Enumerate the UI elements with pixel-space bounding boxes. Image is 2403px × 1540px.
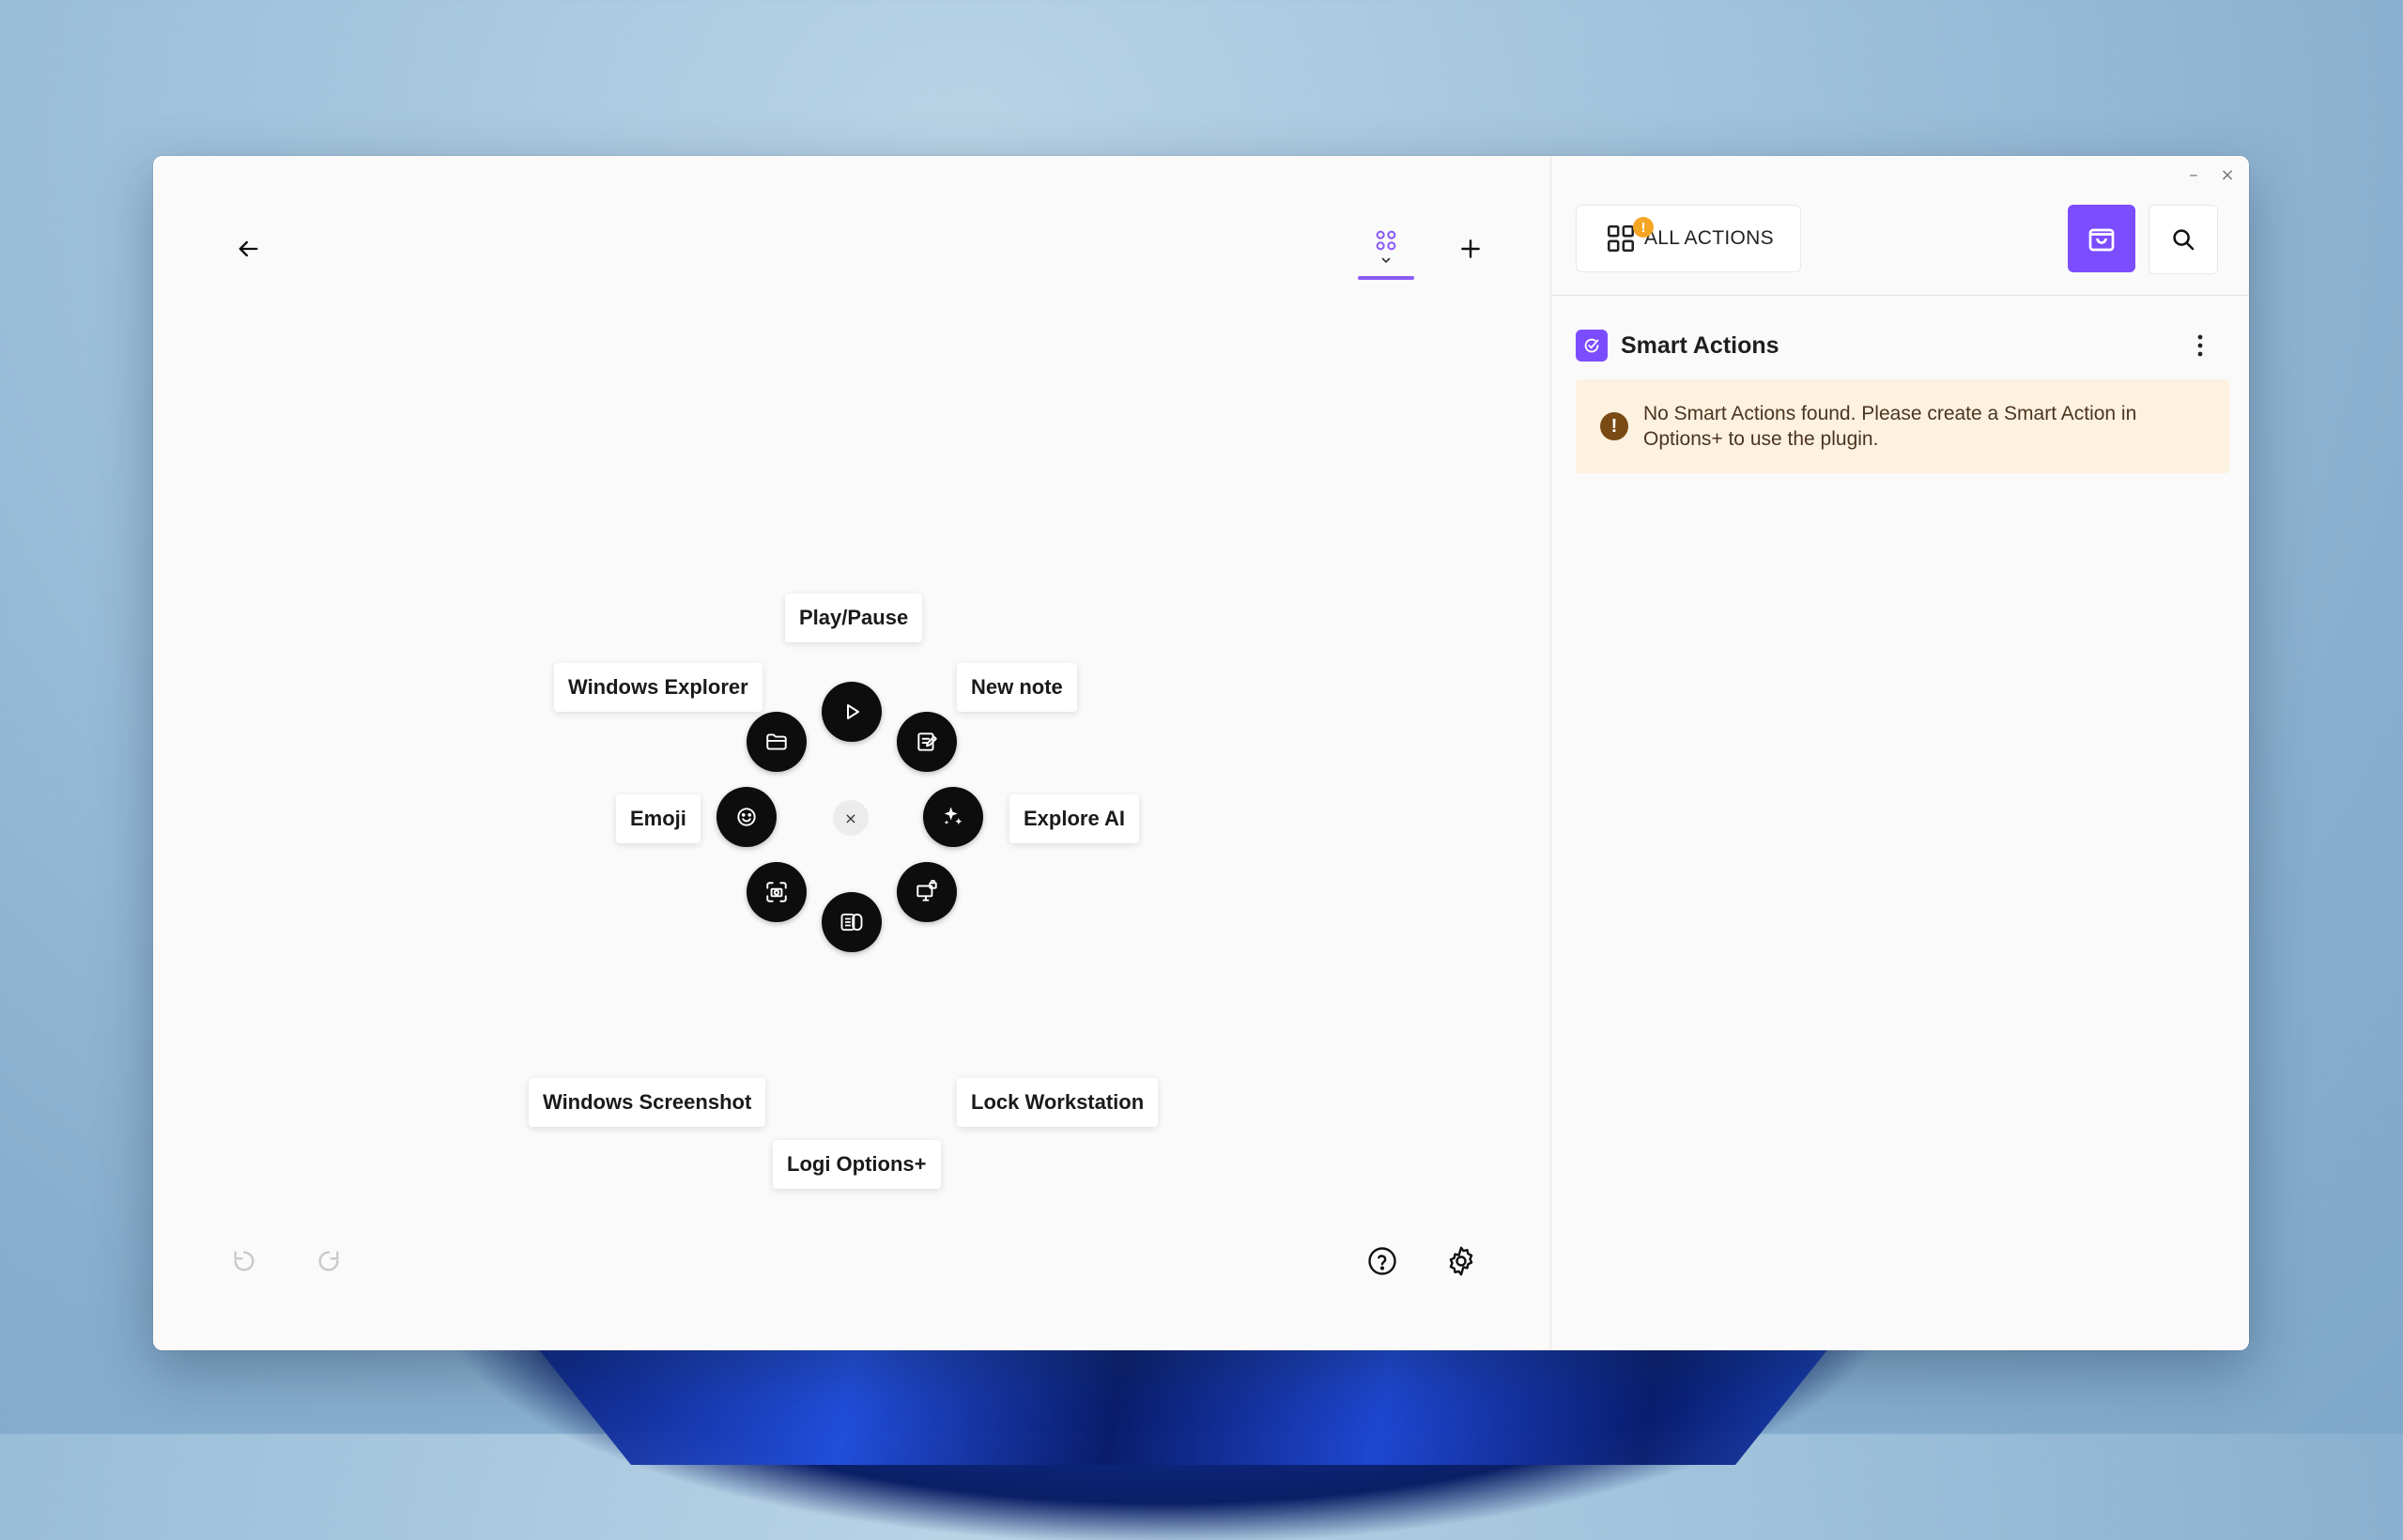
settings-button[interactable] [1436,1236,1486,1286]
slot-play-pause[interactable] [822,682,882,742]
marketplace-button[interactable] [2068,205,2135,272]
panel-divider [1551,295,2249,296]
help-button[interactable] [1357,1236,1408,1286]
app-window: × Play/Pause New note Explore AI Lock Wo… [153,156,2249,1350]
grid-dots-icon [1376,230,1396,251]
slot-new-note[interactable] [897,712,957,772]
label-emoji[interactable]: Emoji [616,794,701,843]
grid-icon [1607,224,1635,253]
close-icon: × [2220,164,2235,185]
monitor-lock-icon [917,880,937,901]
label-explore-ai[interactable]: Explore AI [1009,794,1139,843]
actions-panel: – × ! ALL ACTIONS Smart Actions ! No Sma… [1550,156,2249,1350]
note-edit-icon [917,732,937,751]
sparkles-icon [944,807,963,825]
close-window-button[interactable]: × [2212,162,2242,188]
label-lock-workstation[interactable]: Lock Workstation [957,1078,1159,1127]
plus-icon [1461,239,1480,258]
screenshot-icon [766,882,787,902]
warning-icon: ! [1600,412,1628,440]
redo-icon [318,1251,339,1271]
layout-picker-button[interactable] [1358,216,1414,276]
minimize-button[interactable]: – [2179,162,2209,188]
all-actions-label: ALL ACTIONS [1644,227,1774,249]
alert-message: No Smart Actions found. Please create a … [1643,403,2137,450]
shopping-bag-icon [2088,228,2115,252]
logi-options-icon [840,913,863,932]
section-menu-button[interactable] [2186,329,2214,362]
label-windows-explorer[interactable]: Windows Explorer [554,663,762,712]
search-button[interactable] [2149,205,2218,274]
smart-actions-header: Smart Actions [1576,325,2224,366]
smiley-icon [737,808,756,826]
help-circle-icon [1368,1247,1396,1275]
all-actions-button[interactable]: ! ALL ACTIONS [1576,205,1801,272]
editor-pane: × Play/Pause New note Explore AI Lock Wo… [153,156,1550,1350]
undo-button[interactable] [219,1236,270,1286]
slot-logi-options[interactable] [822,892,882,952]
warning-badge: ! [1633,217,1654,238]
slot-emoji[interactable] [716,787,777,847]
label-windows-screenshot[interactable]: Windows Screenshot [529,1078,766,1127]
active-tab-indicator [1358,276,1414,280]
no-smart-actions-alert: ! No Smart Actions found. Please create … [1576,379,2229,473]
label-new-note[interactable]: New note [957,663,1077,712]
gear-icon [1449,1246,1473,1276]
slot-explore-ai[interactable] [923,787,983,847]
back-button[interactable] [223,223,273,274]
add-button[interactable] [1445,223,1496,274]
play-icon [847,704,859,719]
folder-icon [766,733,787,750]
minimize-icon: – [2189,164,2198,185]
undo-icon [234,1251,254,1271]
smart-actions-title: Smart Actions [1621,331,1779,359]
label-logi-options[interactable]: Logi Options+ [773,1140,941,1189]
close-icon: × [844,808,857,827]
slot-windows-screenshot[interactable] [747,862,807,922]
wallpaper-swirl-bands [526,1333,1841,1465]
redo-button[interactable] [303,1236,354,1286]
radial-close-button[interactable]: × [833,800,869,836]
label-play-pause[interactable]: Play/Pause [785,593,923,642]
slot-windows-explorer[interactable] [747,712,807,772]
chevron-down-icon [1381,257,1391,264]
smart-actions-icon [1576,330,1608,362]
search-icon [2173,229,2195,251]
slot-lock-workstation[interactable] [897,862,957,922]
kebab-icon [2197,334,2203,357]
arrow-left-icon [239,240,258,257]
